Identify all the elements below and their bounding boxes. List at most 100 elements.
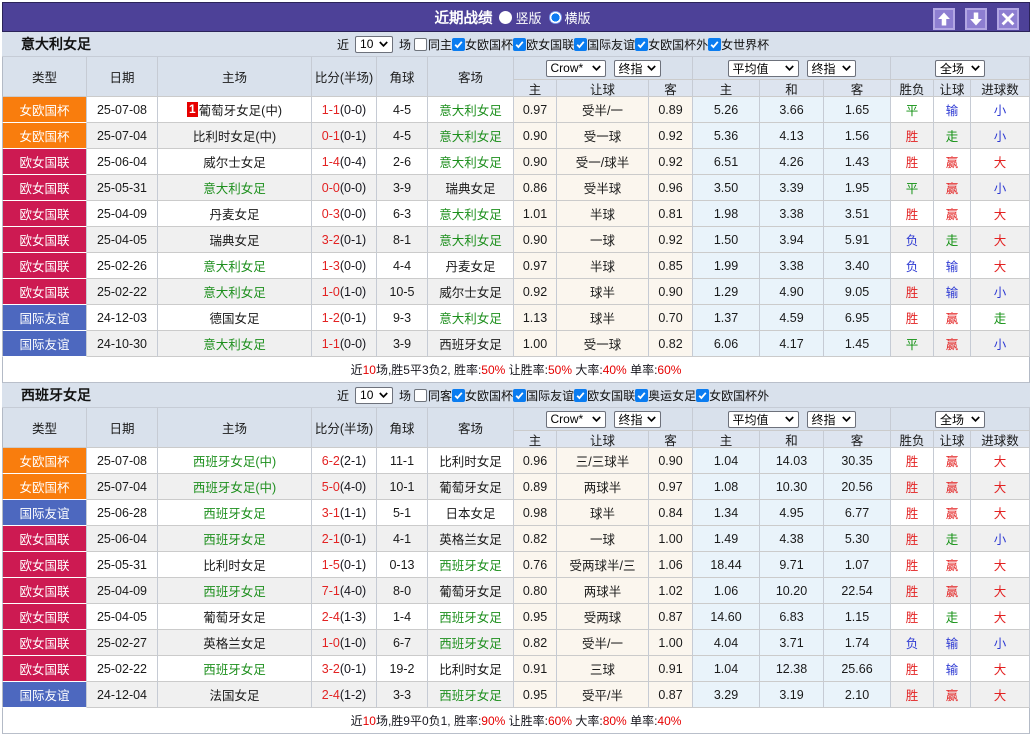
sub-column-header: 客 bbox=[649, 431, 693, 448]
half-score: (0-4) bbox=[339, 154, 367, 169]
handicap-odds-cell: 1.13 bbox=[514, 305, 557, 331]
result-cell: 赢 bbox=[934, 448, 971, 474]
close-button[interactable] bbox=[997, 8, 1019, 30]
handicap-odds-cell: 两球半 bbox=[557, 474, 649, 500]
summary-row: 近 10 场,胜9平0负1, 胜率: 90% 让胜率: 60% 大率: 80% 单率: 40… bbox=[2, 708, 1030, 734]
same-venue-checkbox[interactable] bbox=[414, 388, 428, 402]
competition-checkbox-国际友谊[interactable] bbox=[513, 388, 527, 402]
average-odds-cell: 1.06 bbox=[693, 578, 760, 604]
scope-select[interactable]: 全场 bbox=[935, 410, 985, 428]
competition-checkbox-国际友谊[interactable] bbox=[574, 37, 588, 51]
average-odds-cell: 4.17 bbox=[760, 331, 824, 357]
odds-source-select[interactable]: Crow* bbox=[545, 59, 606, 77]
radio-horizontal-label[interactable]: 横版 bbox=[565, 8, 591, 27]
competition-checkbox-女欧国杯外[interactable] bbox=[635, 37, 649, 51]
average-select[interactable]: 平均值 bbox=[727, 410, 799, 428]
average-odds-cell: 1.08 bbox=[693, 474, 760, 500]
competition-label[interactable]: 国际友谊 bbox=[587, 36, 635, 53]
competition-checkbox-奥运女足[interactable] bbox=[635, 388, 649, 402]
competition-label[interactable]: 欧女国联 bbox=[526, 36, 574, 53]
half-score: (2-1) bbox=[339, 453, 367, 468]
sub-column-header: 进球数 bbox=[971, 80, 1030, 97]
odds-time-select-2[interactable]: 终指 bbox=[806, 59, 856, 77]
sub-column-header: 和 bbox=[760, 431, 824, 448]
home-team-cell: 威尔士女足 bbox=[158, 149, 312, 175]
competition-checkbox-女欧国杯外[interactable] bbox=[696, 388, 710, 402]
type-badge: 女欧国杯 bbox=[2, 474, 87, 500]
competition-label[interactable]: 女欧国杯 bbox=[465, 387, 513, 404]
recent-count-select-value: 10 bbox=[360, 388, 374, 402]
full-score: 3-2 bbox=[321, 232, 340, 247]
radio-vertical-layout[interactable] bbox=[499, 10, 513, 24]
competition-label[interactable]: 国际友谊 bbox=[526, 387, 574, 404]
result-cell: 赢 bbox=[934, 305, 971, 331]
radio-horizontal-layout[interactable] bbox=[548, 10, 562, 24]
competition-label[interactable]: 女世界杯 bbox=[721, 36, 769, 53]
handicap-odds-cell: 受两球半/三 bbox=[557, 552, 649, 578]
competition-label[interactable]: 欧女国联 bbox=[587, 387, 635, 404]
average-odds-cell: 6.51 bbox=[693, 149, 760, 175]
average-odds-cell: 1.95 bbox=[824, 175, 891, 201]
competition-checkbox-欧女国联[interactable] bbox=[513, 37, 527, 51]
move-up-button[interactable] bbox=[933, 8, 955, 30]
competition-checkbox-女欧国杯[interactable] bbox=[452, 388, 466, 402]
result-cell: 小 bbox=[971, 526, 1030, 552]
handicap-odds-cell: 受一/球半 bbox=[557, 149, 649, 175]
team-section-1: 意大利女足近 10 场同主 女欧国杯 欧女国联 国际友谊 女欧国杯外 女世界杯 类型 日期 主场 比分… bbox=[2, 32, 1030, 383]
home-team-name: 意大利女足 bbox=[203, 286, 266, 300]
competition-label[interactable]: 奥运女足 bbox=[648, 387, 696, 404]
same-venue-label[interactable]: 同客 bbox=[428, 387, 452, 404]
half-score: (4-0) bbox=[339, 479, 367, 494]
summary-segment: 90% bbox=[481, 713, 506, 728]
sub-column-header: 主 bbox=[693, 431, 760, 448]
date-cell: 25-06-28 bbox=[87, 500, 158, 526]
full-score: 2-4 bbox=[321, 687, 340, 702]
handicap-odds-cell: 0.90 bbox=[514, 149, 557, 175]
radio-vertical-label[interactable]: 竖版 bbox=[515, 8, 541, 27]
date-cell: 25-02-22 bbox=[87, 656, 158, 682]
away-team-name: 意大利女足 bbox=[439, 104, 502, 118]
recent-count-select[interactable]: 10 bbox=[355, 35, 394, 53]
handicap-odds-cell: 0.92 bbox=[649, 149, 693, 175]
recent-count-select[interactable]: 10 bbox=[355, 386, 394, 404]
competition-checkbox-女欧国杯[interactable] bbox=[452, 37, 466, 51]
full-score: 3-2 bbox=[321, 661, 340, 676]
away-team-cell: 西班牙女足 bbox=[428, 552, 514, 578]
competition-label[interactable]: 女欧国杯外 bbox=[648, 36, 708, 53]
average-odds-cell: 3.50 bbox=[693, 175, 760, 201]
odds-time-select-1[interactable]: 终指 bbox=[613, 410, 661, 428]
type-badge: 女欧国杯 bbox=[2, 448, 87, 474]
away-team-cell: 英格兰女足 bbox=[428, 526, 514, 552]
home-team-name: 威尔士女足 bbox=[203, 156, 266, 170]
scope-select[interactable]: 全场 bbox=[935, 59, 985, 77]
competition-checkbox-女世界杯[interactable] bbox=[708, 37, 722, 51]
corner-cell: 3-3 bbox=[377, 682, 428, 708]
same-venue-checkbox[interactable] bbox=[414, 37, 428, 51]
average-odds-cell: 5.91 bbox=[824, 227, 891, 253]
average-select[interactable]: 平均值 bbox=[727, 59, 799, 77]
date-cell: 25-04-09 bbox=[87, 201, 158, 227]
odds-source-select[interactable]: Crow* bbox=[545, 410, 606, 428]
average-odds-cell: 10.30 bbox=[760, 474, 824, 500]
same-venue-label[interactable]: 同主 bbox=[428, 36, 452, 53]
handicap-odds-cell: 0.82 bbox=[514, 526, 557, 552]
average-odds-cell: 4.90 bbox=[760, 279, 824, 305]
odds-time-select-1[interactable]: 终指 bbox=[613, 59, 661, 77]
competition-label[interactable]: 女欧国杯外 bbox=[709, 387, 769, 404]
corner-cell: 8-1 bbox=[377, 227, 428, 253]
move-down-button[interactable] bbox=[965, 8, 987, 30]
handicap-odds-cell: 0.85 bbox=[649, 253, 693, 279]
games-label: 场 bbox=[399, 388, 412, 403]
result-cell: 小 bbox=[971, 331, 1030, 357]
competition-checkbox-欧女国联[interactable] bbox=[574, 388, 588, 402]
date-cell: 24-12-04 bbox=[87, 682, 158, 708]
type-badge: 欧女国联 bbox=[2, 552, 87, 578]
score-cell: 2-4 (1-2) bbox=[312, 682, 377, 708]
away-team-cell: 日本女足 bbox=[428, 500, 514, 526]
result-cell: 走 bbox=[934, 526, 971, 552]
competition-label[interactable]: 女欧国杯 bbox=[465, 36, 513, 53]
average-odds-cell: 14.60 bbox=[693, 604, 760, 630]
sub-column-header: 主 bbox=[514, 80, 557, 97]
odds-time-select-2[interactable]: 终指 bbox=[806, 410, 856, 428]
average-odds-cell: 20.56 bbox=[824, 474, 891, 500]
